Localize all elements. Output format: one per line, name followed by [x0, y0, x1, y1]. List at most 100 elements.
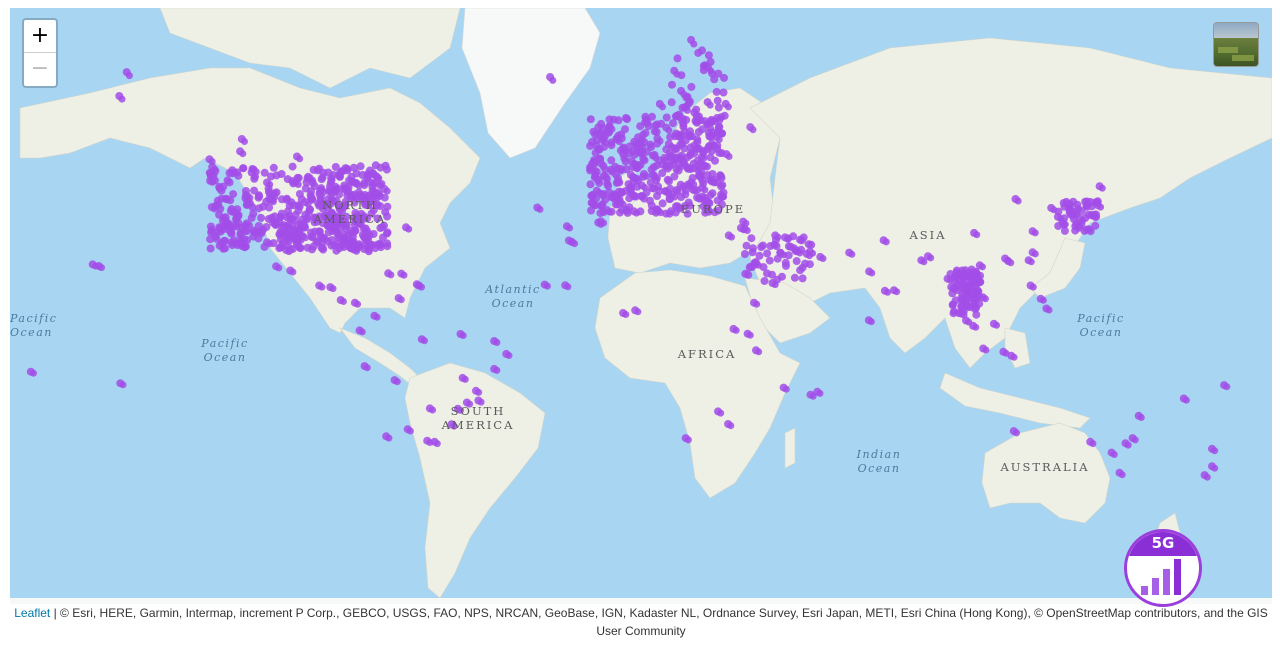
coverage-marker[interactable]	[596, 189, 603, 197]
coverage-marker[interactable]	[355, 182, 363, 190]
coverage-marker[interactable]	[667, 98, 676, 107]
coverage-marker[interactable]	[610, 195, 618, 203]
coverage-marker[interactable]	[716, 171, 725, 180]
coverage-marker[interactable]	[754, 261, 762, 269]
coverage-marker[interactable]	[1098, 184, 1106, 192]
coverage-marker[interactable]	[720, 193, 728, 201]
coverage-marker[interactable]	[249, 232, 258, 241]
coverage-marker[interactable]	[652, 154, 660, 162]
coverage-marker[interactable]	[566, 224, 574, 232]
coverage-marker[interactable]	[345, 240, 353, 248]
coverage-marker[interactable]	[329, 285, 337, 293]
coverage-marker[interactable]	[615, 187, 624, 196]
coverage-marker[interactable]	[796, 266, 805, 275]
coverage-marker[interactable]	[712, 87, 721, 96]
coverage-marker[interactable]	[291, 235, 299, 243]
coverage-marker[interactable]	[319, 233, 327, 241]
coverage-marker[interactable]	[694, 171, 703, 180]
coverage-marker[interactable]	[318, 283, 326, 291]
coverage-marker[interactable]	[98, 264, 105, 272]
coverage-marker[interactable]	[1081, 197, 1090, 206]
coverage-marker[interactable]	[1074, 223, 1083, 232]
coverage-marker[interactable]	[586, 166, 595, 175]
coverage-marker[interactable]	[848, 250, 856, 258]
coverage-marker[interactable]	[867, 318, 875, 326]
coverage-marker[interactable]	[707, 67, 715, 75]
coverage-marker[interactable]	[241, 242, 250, 251]
coverage-marker[interactable]	[1110, 451, 1118, 458]
coverage-marker[interactable]	[301, 234, 309, 242]
coverage-marker[interactable]	[717, 409, 725, 417]
coverage-marker[interactable]	[373, 313, 381, 321]
coverage-marker[interactable]	[364, 236, 373, 245]
coverage-marker[interactable]	[671, 193, 679, 201]
coverage-marker[interactable]	[383, 242, 392, 251]
coverage-marker[interactable]	[647, 143, 656, 152]
coverage-marker[interactable]	[493, 366, 501, 374]
coverage-marker[interactable]	[659, 103, 666, 111]
coverage-marker[interactable]	[646, 196, 654, 205]
coverage-marker[interactable]	[334, 239, 342, 248]
coverage-marker[interactable]	[1039, 296, 1047, 304]
coverage-marker[interactable]	[638, 192, 646, 201]
coverage-marker[interactable]	[1124, 441, 1132, 449]
coverage-marker[interactable]	[1031, 229, 1039, 237]
coverage-marker[interactable]	[1079, 217, 1086, 224]
coverage-marker[interactable]	[228, 169, 237, 178]
coverage-marker[interactable]	[596, 154, 605, 163]
leaflet-link[interactable]: Leaflet	[14, 606, 50, 620]
coverage-marker[interactable]	[1131, 436, 1139, 444]
coverage-marker[interactable]	[363, 364, 371, 372]
coverage-marker[interactable]	[235, 211, 243, 219]
coverage-marker[interactable]	[798, 274, 807, 283]
coverage-marker[interactable]	[285, 248, 293, 256]
coverage-marker[interactable]	[868, 269, 876, 277]
coverage-marker[interactable]	[289, 268, 297, 276]
coverage-marker[interactable]	[708, 132, 716, 139]
coverage-marker[interactable]	[746, 331, 754, 339]
zoom-in-button[interactable]: +	[24, 20, 56, 53]
coverage-marker[interactable]	[594, 176, 603, 184]
coverage-marker[interactable]	[586, 180, 595, 189]
coverage-marker[interactable]	[973, 231, 981, 239]
coverage-marker[interactable]	[806, 252, 813, 260]
coverage-marker[interactable]	[252, 168, 260, 176]
coverage-marker[interactable]	[749, 244, 757, 253]
coverage-marker[interactable]	[379, 233, 387, 242]
coverage-marker[interactable]	[792, 257, 801, 266]
coverage-marker[interactable]	[732, 326, 740, 334]
coverage-marker[interactable]	[1060, 226, 1069, 235]
coverage-marker[interactable]	[309, 165, 318, 174]
coverage-marker[interactable]	[1093, 213, 1101, 221]
coverage-marker[interactable]	[960, 311, 968, 319]
coverage-marker[interactable]	[588, 137, 597, 146]
coverage-marker[interactable]	[653, 174, 661, 182]
coverage-marker[interactable]	[309, 176, 316, 184]
coverage-marker[interactable]	[755, 251, 764, 260]
coverage-marker[interactable]	[328, 189, 336, 197]
coverage-marker[interactable]	[720, 73, 728, 82]
coverage-marker[interactable]	[668, 143, 675, 150]
coverage-marker[interactable]	[296, 155, 304, 163]
coverage-marker[interactable]	[1050, 206, 1058, 214]
coverage-marker[interactable]	[633, 209, 640, 217]
coverage-marker[interactable]	[630, 191, 638, 199]
coverage-marker[interactable]	[246, 221, 253, 229]
coverage-marker[interactable]	[239, 150, 247, 158]
coverage-marker[interactable]	[622, 147, 630, 155]
coverage-marker[interactable]	[1045, 306, 1053, 314]
coverage-marker[interactable]	[982, 346, 990, 354]
coverage-marker[interactable]	[1097, 203, 1105, 211]
coverage-marker[interactable]	[749, 126, 757, 134]
coverage-marker[interactable]	[397, 296, 405, 304]
coverage-marker[interactable]	[597, 119, 606, 128]
coverage-marker[interactable]	[690, 181, 698, 188]
coverage-marker[interactable]	[406, 427, 414, 435]
coverage-marker[interactable]	[801, 259, 810, 268]
coverage-marker[interactable]	[433, 440, 441, 448]
coverage-marker[interactable]	[358, 171, 367, 179]
coverage-marker[interactable]	[1137, 414, 1145, 421]
coverage-marker[interactable]	[819, 255, 827, 262]
coverage-marker[interactable]	[206, 244, 215, 253]
coverage-marker[interactable]	[1223, 383, 1231, 391]
